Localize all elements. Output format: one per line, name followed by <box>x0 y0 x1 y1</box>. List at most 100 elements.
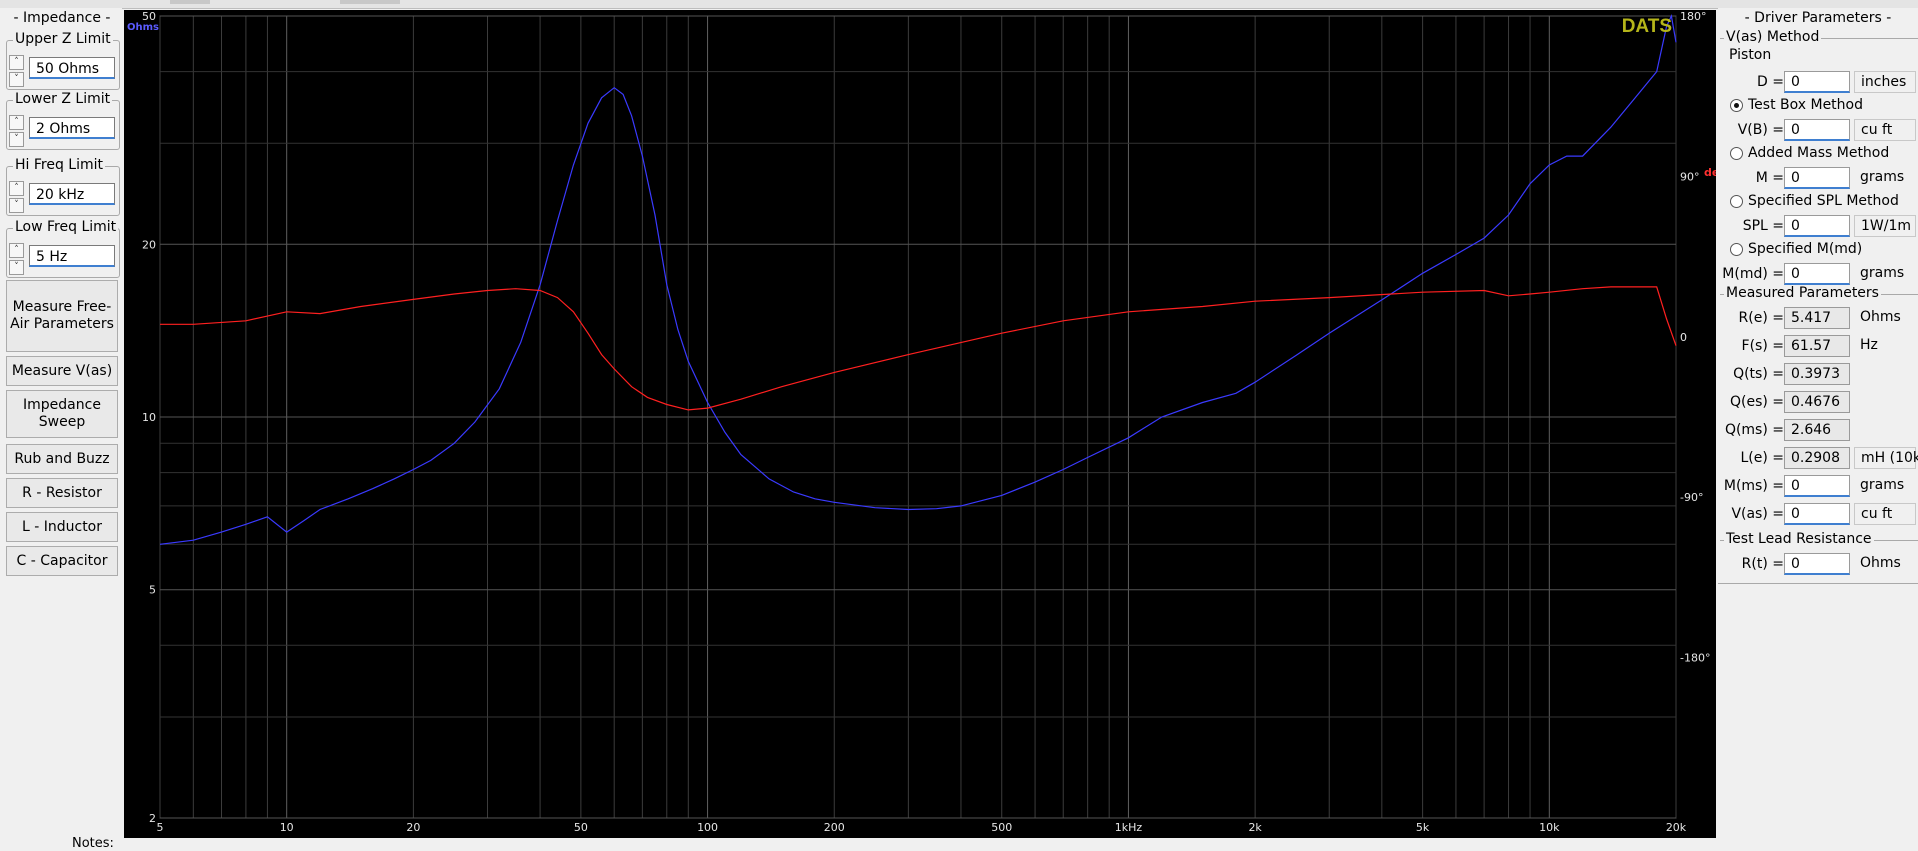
rt-input[interactable]: 0 <box>1784 553 1850 575</box>
x-tick-label: 20k <box>1666 821 1687 834</box>
toolbar-fragment <box>170 0 210 4</box>
radio-unselected-icon[interactable] <box>1730 243 1743 256</box>
impedance-sweep-button[interactable]: Impedance Sweep <box>6 390 118 438</box>
x-tick-label: 2k <box>1248 821 1262 834</box>
m-label: M = <box>1755 170 1784 186</box>
mmd-label: M(md) = <box>1722 266 1784 282</box>
notes-label: Notes: <box>72 836 114 851</box>
spin-down-icon[interactable]: ˅ <box>9 260 24 275</box>
x-tick-label: 1kHz <box>1115 821 1143 834</box>
y-left-tick-label: 5 <box>149 584 156 597</box>
spin-up-icon[interactable]: ˄ <box>9 181 24 196</box>
impedance-chart[interactable]: 5 10 20 50 100 200 500 1kHz 2k 5k 10k 20k 2 5 10 20 50 18… <box>124 10 1716 838</box>
y-right-tick-label: -90° <box>1680 491 1703 504</box>
phase-curve <box>160 286 1677 411</box>
radio-selected-icon[interactable] <box>1730 99 1743 112</box>
resistor-button[interactable]: R - Resistor <box>6 478 118 508</box>
qts-value: 0.3973 <box>1784 363 1850 385</box>
y-left-tick-label: 2 <box>149 812 156 825</box>
mmd-unit: grams <box>1860 265 1905 281</box>
measured-parameters-label: Measured Parameters <box>1724 285 1881 301</box>
d-label: D = <box>1757 74 1784 90</box>
vb-unit: cu ft <box>1854 119 1916 141</box>
radio-unselected-icon[interactable] <box>1730 195 1743 208</box>
spin-down-icon[interactable]: ˅ <box>9 132 24 147</box>
qes-label: Q(es) = <box>1729 394 1784 410</box>
qms-value: 2.646 <box>1784 419 1850 441</box>
x-tick-label: 50 <box>574 821 588 834</box>
mms-input[interactable]: 0 <box>1784 475 1850 497</box>
upper-z-spinner[interactable]: ˄ ˅ <box>9 55 24 87</box>
m-input[interactable]: 0 <box>1784 167 1850 189</box>
measure-free-air-button[interactable]: Measure Free-Air Parameters <box>6 280 118 352</box>
vb-input[interactable]: 0 <box>1784 119 1850 141</box>
spin-down-icon[interactable]: ˅ <box>9 72 24 87</box>
le-row: L(e) = 0.2908 mH (10k) <box>1720 447 1918 471</box>
rt-row: R(t) = 0 Ohms <box>1720 553 1918 577</box>
low-freq-input[interactable]: 5 Hz <box>29 245 115 267</box>
driver-parameters-title: - Driver Parameters - <box>1744 10 1892 26</box>
x-tick-label: 5 <box>157 821 164 834</box>
d-input[interactable]: 0 <box>1784 71 1850 93</box>
y-right-tick-label: -180° <box>1680 652 1710 665</box>
rt-unit: Ohms <box>1860 555 1901 571</box>
test-lead-label: Test Lead Resistance <box>1724 531 1874 547</box>
x-tick-label: 20 <box>406 821 420 834</box>
x-tick-label: 10 <box>280 821 294 834</box>
mmd-method-radio[interactable]: Specified M(md) <box>1730 241 1918 259</box>
lower-z-spinner[interactable]: ˄ ˅ <box>9 115 24 147</box>
x-tick-label: 200 <box>824 821 845 834</box>
toolbar-strip <box>0 0 1918 9</box>
lower-z-input[interactable]: 2 Ohms <box>29 117 115 139</box>
qts-row: Q(ts) = 0.3973 <box>1720 363 1918 387</box>
vb-label: V(B) = <box>1737 122 1784 138</box>
vas-row: V(as) = 0 cu ft <box>1720 503 1918 527</box>
chart-svg: 5 10 20 50 100 200 500 1kHz 2k 5k 10k 20k25102050 18… <box>127 10 1716 834</box>
rub-buzz-button[interactable]: Rub and Buzz <box>6 444 118 474</box>
added-mass-radio[interactable]: Added Mass Method <box>1730 145 1918 163</box>
mms-row: M(ms) = 0 grams <box>1720 475 1918 499</box>
spl-input[interactable]: 0 <box>1784 215 1850 237</box>
y-right-unit-label: deg <box>1704 166 1716 179</box>
qts-label: Q(ts) = <box>1733 366 1784 382</box>
fs-label: F(s) = <box>1741 338 1784 354</box>
measure-vas-button[interactable]: Measure V(as) <box>6 356 118 386</box>
d-unit: inches <box>1854 71 1916 93</box>
mms-unit: grams <box>1860 477 1905 493</box>
x-tick-label: 500 <box>991 821 1012 834</box>
lower-z-label: Lower Z Limit <box>13 91 113 107</box>
upper-z-label: Upper Z Limit <box>13 31 113 47</box>
inductor-button[interactable]: L - Inductor <box>6 512 118 542</box>
radio-unselected-icon[interactable] <box>1730 147 1743 160</box>
hi-freq-spinner[interactable]: ˄ ˅ <box>9 181 24 213</box>
test-box-label: Test Box Method <box>1748 97 1864 113</box>
spl-method-radio[interactable]: Specified SPL Method <box>1730 193 1918 211</box>
y-left-tick-label: 10 <box>142 411 156 424</box>
mmd-method-label: Specified M(md) <box>1748 241 1863 257</box>
spin-down-icon[interactable]: ˅ <box>9 198 24 213</box>
mmd-input[interactable]: 0 <box>1784 263 1850 285</box>
spin-up-icon[interactable]: ˄ <box>9 115 24 130</box>
upper-z-input[interactable]: 50 Ohms <box>29 57 115 79</box>
vas-input[interactable]: 0 <box>1784 503 1850 525</box>
hi-freq-group: Hi Freq Limit ˄ ˅ 20 kHz <box>6 157 120 216</box>
le-unit: mH (10k) <box>1854 447 1918 469</box>
hi-freq-input[interactable]: 20 kHz <box>29 183 115 205</box>
test-lead-group: Test Lead Resistance R(t) = 0 Ohms <box>1718 531 1918 584</box>
fs-unit: Hz <box>1860 337 1878 353</box>
qes-row: Q(es) = 0.4676 <box>1720 391 1918 415</box>
fs-row: F(s) = 61.57 Hz <box>1720 335 1918 359</box>
qms-row: Q(ms) = 2.646 <box>1720 419 1918 443</box>
capacitor-button[interactable]: C - Capacitor <box>6 546 118 576</box>
vas-unit: cu ft <box>1854 503 1916 525</box>
y-left-tick-label: 20 <box>142 238 156 251</box>
low-freq-spinner[interactable]: ˄ ˅ <box>9 243 24 275</box>
spin-up-icon[interactable]: ˄ <box>9 55 24 70</box>
spin-up-icon[interactable]: ˄ <box>9 243 24 258</box>
test-box-radio[interactable]: Test Box Method <box>1730 97 1918 115</box>
spl-label: SPL = <box>1742 218 1784 234</box>
re-label: R(e) = <box>1738 310 1784 326</box>
impedance-title: - Impedance - <box>13 10 111 26</box>
vb-row: V(B) = 0 cu ft <box>1720 119 1918 143</box>
x-tick-label: 100 <box>697 821 718 834</box>
